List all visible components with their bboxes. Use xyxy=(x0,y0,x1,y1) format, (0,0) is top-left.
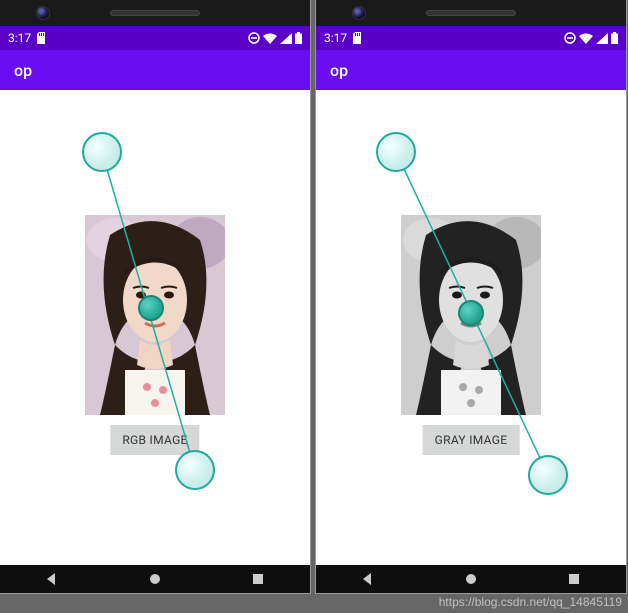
battery-icon xyxy=(611,32,618,44)
status-time: 3:17 xyxy=(8,31,31,45)
nav-back-button[interactable] xyxy=(348,565,388,593)
status-right xyxy=(248,32,302,44)
watermark: https://blog.csdn.net/qq_14845119 xyxy=(439,595,622,609)
sd-card-icon xyxy=(353,32,363,44)
handle-circle-bottom[interactable] xyxy=(528,455,568,495)
nav-bar xyxy=(0,565,310,593)
status-bar: 3:17 xyxy=(316,26,626,50)
handle-circle-top[interactable] xyxy=(376,132,416,172)
nav-home-button[interactable] xyxy=(135,565,175,593)
toggle-image-mode-button[interactable]: RGB IMAGE xyxy=(110,425,199,455)
front-camera xyxy=(352,6,366,20)
speaker-grille xyxy=(110,10,200,16)
app-bar: op xyxy=(0,50,310,90)
signal-icon xyxy=(596,33,608,44)
nav-recent-button[interactable] xyxy=(554,565,594,593)
phone-frame-left: 3:17 op xyxy=(0,0,310,593)
nav-home-button[interactable] xyxy=(451,565,491,593)
status-bar: 3:17 xyxy=(0,26,310,50)
handle-circle-top[interactable] xyxy=(82,132,122,172)
status-time: 3:17 xyxy=(324,31,347,45)
nav-back-button[interactable] xyxy=(32,565,72,593)
nav-recent-button[interactable] xyxy=(238,565,278,593)
app-bar: op xyxy=(316,50,626,90)
wifi-icon xyxy=(263,33,277,44)
phone-frame-right: 3:17 op xyxy=(316,0,626,593)
content-area: GRAY IMAGE xyxy=(316,90,626,565)
phone-top-bezel xyxy=(316,0,626,26)
nav-bar xyxy=(316,565,626,593)
handle-circle-bottom[interactable] xyxy=(175,450,215,490)
status-right xyxy=(564,32,618,44)
app-title: op xyxy=(330,61,348,80)
speaker-grille xyxy=(426,10,516,16)
photo-gray xyxy=(401,215,541,415)
photo-rgb xyxy=(85,215,225,415)
front-camera xyxy=(36,6,50,20)
status-left: 3:17 xyxy=(8,31,47,45)
status-left: 3:17 xyxy=(324,31,363,45)
do-not-disturb-icon xyxy=(248,32,260,44)
app-title: op xyxy=(14,61,32,80)
toggle-image-mode-button[interactable]: GRAY IMAGE xyxy=(423,425,520,455)
signal-icon xyxy=(280,33,292,44)
battery-icon xyxy=(295,32,302,44)
wifi-icon xyxy=(579,33,593,44)
do-not-disturb-icon xyxy=(564,32,576,44)
content-area: RGB IMAGE xyxy=(0,90,310,565)
sd-card-icon xyxy=(37,32,47,44)
phone-top-bezel xyxy=(0,0,310,26)
